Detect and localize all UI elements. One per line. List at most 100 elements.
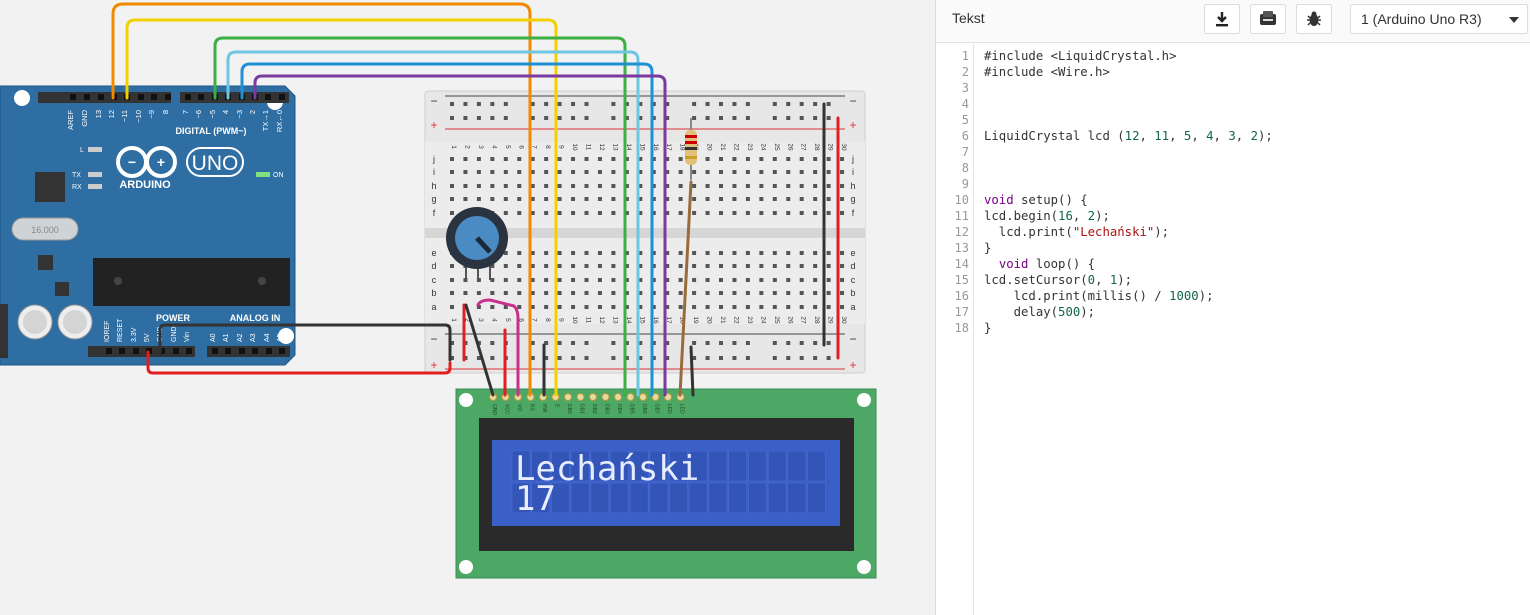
terminal-hole[interactable]: [786, 251, 791, 255]
terminal-hole[interactable]: [840, 184, 845, 188]
terminal-hole[interactable]: [745, 157, 750, 161]
terminal-hole[interactable]: [450, 184, 454, 188]
terminal-hole[interactable]: [732, 264, 737, 268]
rail-hole[interactable]: [584, 116, 589, 120]
terminal-hole[interactable]: [463, 184, 468, 188]
terminal-hole[interactable]: [544, 157, 549, 161]
circuit-svg[interactable]: 16.000 − + ARDUINO UNO DIGITAL (PWM~) PO…: [0, 0, 935, 615]
terminal-hole[interactable]: [745, 291, 750, 295]
rail-hole[interactable]: [557, 356, 562, 360]
terminal-hole[interactable]: [490, 305, 495, 309]
rail-hole[interactable]: [826, 356, 831, 360]
terminal-hole[interactable]: [745, 305, 750, 309]
terminal-hole[interactable]: [544, 211, 549, 215]
terminal-hole[interactable]: [786, 157, 791, 161]
rail-hole[interactable]: [772, 356, 777, 360]
rail-hole[interactable]: [503, 102, 508, 106]
terminal-hole[interactable]: [476, 291, 481, 295]
terminal-hole[interactable]: [490, 291, 495, 295]
terminal-hole[interactable]: [463, 157, 468, 161]
terminal-hole[interactable]: [584, 291, 589, 295]
header-socket[interactable]: [70, 94, 76, 100]
terminal-hole[interactable]: [678, 278, 683, 282]
terminal-hole[interactable]: [826, 197, 831, 201]
terminal-hole[interactable]: [813, 211, 818, 215]
header-socket[interactable]: [98, 94, 104, 100]
circuit-canvas[interactable]: 16.000 − + ARDUINO UNO DIGITAL (PWM~) PO…: [0, 0, 935, 615]
rail-hole[interactable]: [476, 102, 481, 106]
header-socket[interactable]: [225, 348, 231, 354]
terminal-hole[interactable]: [732, 170, 737, 174]
rail-hole[interactable]: [692, 341, 697, 345]
rail-hole[interactable]: [732, 341, 737, 345]
editor-mode-label[interactable]: Tekst: [952, 10, 985, 26]
rail-hole[interactable]: [611, 356, 616, 360]
terminal-hole[interactable]: [732, 305, 737, 309]
rail-hole[interactable]: [772, 116, 777, 120]
terminal-hole[interactable]: [571, 157, 576, 161]
terminal-hole[interactable]: [450, 197, 454, 201]
terminal-hole[interactable]: [732, 278, 737, 282]
terminal-hole[interactable]: [463, 170, 468, 174]
terminal-hole[interactable]: [705, 278, 710, 282]
terminal-hole[interactable]: [826, 170, 831, 174]
header-socket[interactable]: [133, 348, 139, 354]
terminal-hole[interactable]: [544, 184, 549, 188]
rail-hole[interactable]: [719, 341, 723, 345]
rail-hole[interactable]: [557, 116, 562, 120]
terminal-hole[interactable]: [584, 251, 589, 255]
terminal-hole[interactable]: [826, 264, 831, 268]
terminal-hole[interactable]: [719, 305, 723, 309]
terminal-hole[interactable]: [503, 211, 508, 215]
terminal-hole[interactable]: [611, 197, 616, 201]
terminal-hole[interactable]: [786, 170, 791, 174]
terminal-hole[interactable]: [719, 157, 723, 161]
terminal-hole[interactable]: [786, 291, 791, 295]
terminal-hole[interactable]: [799, 305, 804, 309]
terminal-hole[interactable]: [450, 264, 454, 268]
terminal-hole[interactable]: [840, 211, 845, 215]
terminal-hole[interactable]: [745, 264, 750, 268]
terminal-hole[interactable]: [611, 251, 616, 255]
terminal-hole[interactable]: [611, 291, 616, 295]
terminal-hole[interactable]: [840, 291, 845, 295]
rail-hole[interactable]: [544, 116, 549, 120]
rail-hole[interactable]: [719, 356, 723, 360]
terminal-hole[interactable]: [692, 184, 697, 188]
terminal-hole[interactable]: [786, 211, 791, 215]
upload-button[interactable]: [1250, 4, 1286, 34]
terminal-hole[interactable]: [732, 251, 737, 255]
code-line[interactable]: LiquidCrystal lcd (12, 11, 5, 4, 3, 2);: [984, 128, 1273, 144]
terminal-hole[interactable]: [611, 170, 616, 174]
header-socket[interactable]: [165, 94, 171, 100]
terminal-hole[interactable]: [476, 170, 481, 174]
terminal-hole[interactable]: [813, 291, 818, 295]
terminal-hole[interactable]: [517, 211, 522, 215]
terminal-hole[interactable]: [584, 184, 589, 188]
terminal-hole[interactable]: [584, 278, 589, 282]
code-line[interactable]: void setup() {: [984, 192, 1088, 208]
terminal-hole[interactable]: [799, 170, 804, 174]
download-button[interactable]: [1204, 4, 1240, 34]
terminal-hole[interactable]: [826, 157, 831, 161]
rail-hole[interactable]: [826, 102, 831, 106]
terminal-hole[interactable]: [772, 197, 777, 201]
terminal-hole[interactable]: [772, 264, 777, 268]
rail-hole[interactable]: [557, 102, 562, 106]
terminal-hole[interactable]: [597, 305, 602, 309]
terminal-hole[interactable]: [597, 197, 602, 201]
rail-hole[interactable]: [557, 341, 562, 345]
rail-hole[interactable]: [450, 116, 454, 120]
arduino-board[interactable]: 16.000 − + ARDUINO UNO DIGITAL (PWM~) PO…: [0, 85, 296, 366]
rail-hole[interactable]: [745, 356, 750, 360]
terminal-hole[interactable]: [826, 278, 831, 282]
terminal-hole[interactable]: [517, 264, 522, 268]
terminal-hole[interactable]: [692, 264, 697, 268]
terminal-hole[interactable]: [719, 278, 723, 282]
terminal-hole[interactable]: [772, 157, 777, 161]
terminal-hole[interactable]: [813, 278, 818, 282]
terminal-hole[interactable]: [678, 157, 683, 161]
terminal-hole[interactable]: [745, 170, 750, 174]
terminal-hole[interactable]: [759, 184, 764, 188]
terminal-hole[interactable]: [840, 278, 845, 282]
